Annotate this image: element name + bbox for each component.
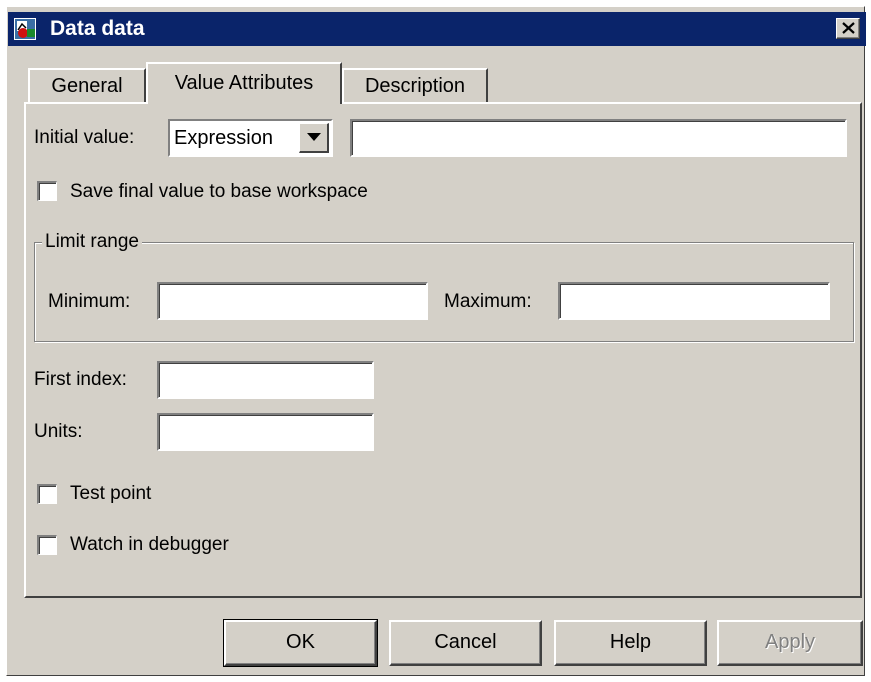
watch-in-debugger-checkbox[interactable]	[37, 535, 57, 555]
dropdown-arrow-button[interactable]	[299, 123, 329, 153]
ok-button[interactable]: OK	[223, 619, 378, 667]
maximum-input[interactable]	[558, 282, 830, 320]
initial-value-expression-input[interactable]	[350, 119, 847, 157]
cancel-button[interactable]: Cancel	[389, 620, 542, 666]
apply-button[interactable]: Apply	[717, 620, 863, 666]
window-title: Data data	[50, 17, 145, 40]
first-index-input[interactable]	[157, 361, 374, 399]
tab-panel	[24, 102, 862, 598]
minimum-input[interactable]	[157, 282, 428, 320]
save-final-value-label[interactable]: Save final value to base workspace	[70, 180, 368, 204]
simulink-data-icon	[14, 18, 36, 40]
active-tab-joint	[148, 100, 340, 106]
units-label: Units:	[34, 421, 83, 442]
test-point-label[interactable]: Test point	[70, 482, 151, 506]
tab-general[interactable]: General	[28, 68, 146, 102]
first-index-label: First index:	[34, 369, 127, 390]
title-bar[interactable]: Data data	[8, 12, 866, 46]
initial-value-label: Initial value:	[34, 127, 135, 148]
close-button[interactable]	[836, 18, 860, 39]
minimum-label: Minimum:	[48, 291, 131, 312]
test-point-checkbox[interactable]	[37, 484, 57, 504]
help-button[interactable]: Help	[554, 620, 707, 666]
save-final-value-checkbox[interactable]	[37, 181, 57, 201]
initial-value-mode-value: Expression	[174, 127, 273, 149]
limit-range-title: Limit range	[42, 230, 142, 254]
tab-description[interactable]: Description	[342, 68, 488, 102]
units-input[interactable]	[157, 413, 374, 451]
watch-in-debugger-label[interactable]: Watch in debugger	[70, 533, 229, 557]
initial-value-mode-select[interactable]: Expression	[168, 119, 333, 157]
maximum-label: Maximum:	[444, 291, 532, 312]
tab-value-attributes[interactable]: Value Attributes	[146, 62, 342, 104]
